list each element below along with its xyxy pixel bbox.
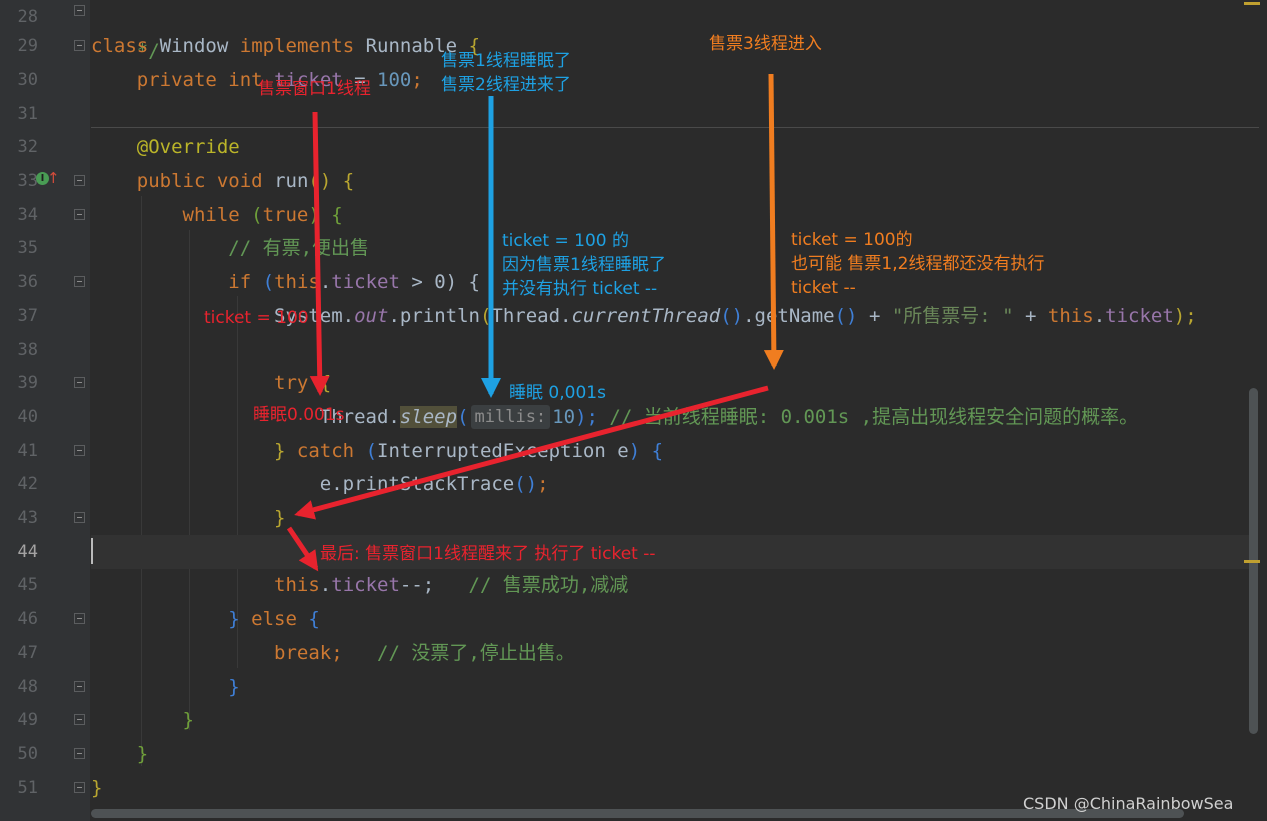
note-final: 最后: 售票窗口1线程醒来了 执行了 ticket --: [320, 544, 656, 564]
watermark: CSDN @ChinaRainbowSea: [1023, 794, 1234, 813]
note-blue-mid: ticket = 100 的 因为售票1线程睡眠了 并没有执行 ticket -…: [502, 231, 666, 299]
note-ticket-100: ticket = 100: [204, 308, 309, 328]
red-arrow-final: [286, 526, 319, 572]
red-arrow-down: [309, 111, 330, 396]
red-arrow-diagonal: [294, 385, 769, 520]
note-ticket-3: 售票3线程进入: [709, 34, 822, 54]
note-window1-thread: 售票窗口1线程: [258, 79, 371, 99]
annotation-arrows: [286, 73, 784, 572]
note-sleep: 睡眠0.001s: [253, 405, 345, 425]
orange-arrow-down: [763, 73, 784, 370]
note-blue-sleep: 睡眠 0,001s: [509, 383, 606, 403]
note-orange-mid: ticket = 100的 也可能 售票1,2线程都还没有执行 ticket -…: [791, 230, 1045, 298]
note-ticket-2: 售票1线程睡眠了 售票2线程进来了: [441, 51, 571, 95]
